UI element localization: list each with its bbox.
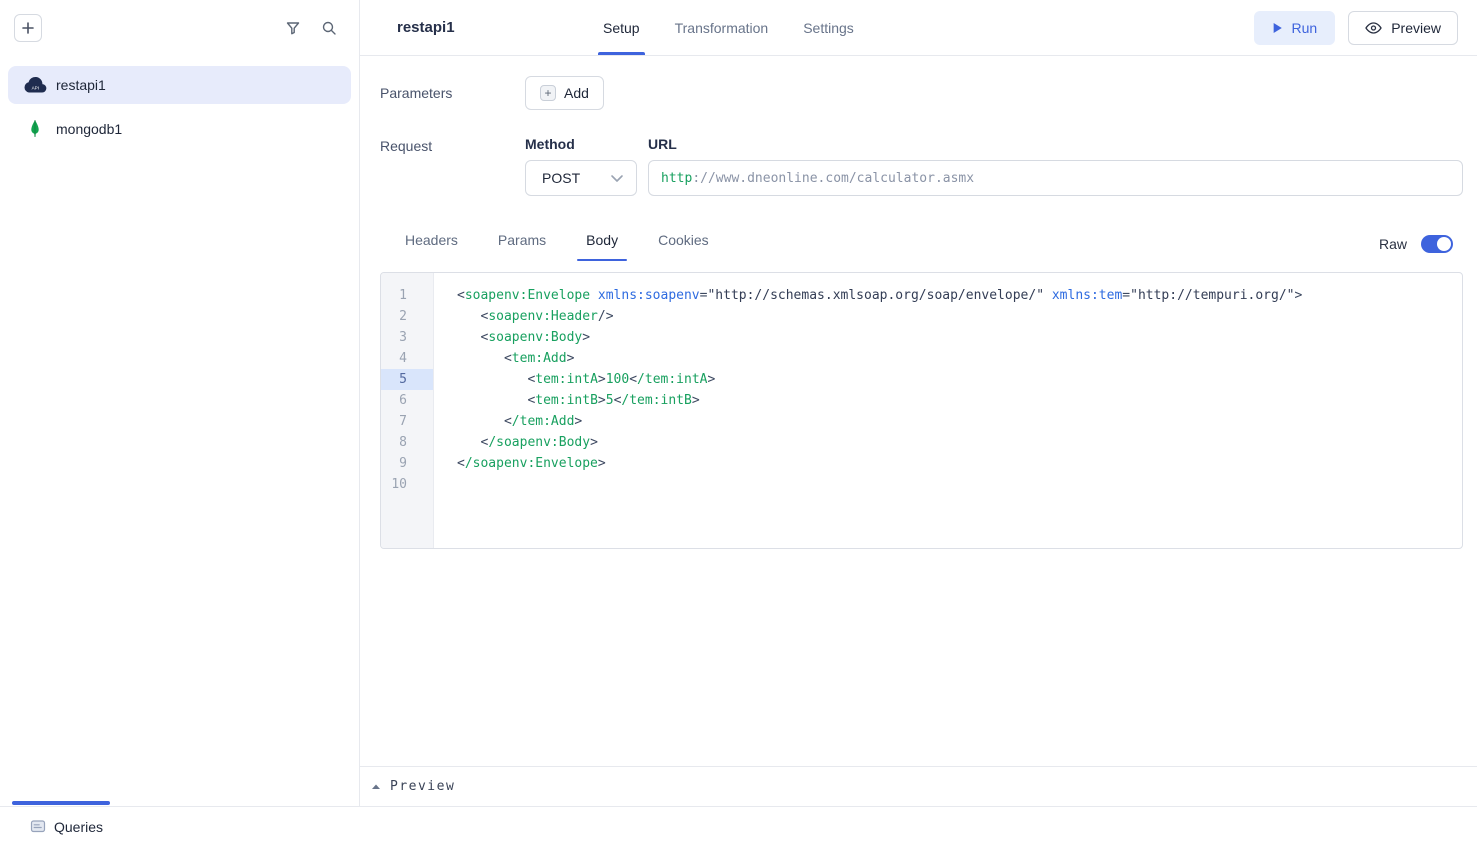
code-line[interactable]: <tem:Add> xyxy=(457,348,1454,369)
search-icon[interactable] xyxy=(321,20,337,36)
query-item-label: restapi1 xyxy=(56,77,106,93)
code-line[interactable]: <soapenv:Body> xyxy=(457,327,1454,348)
run-button-label: Run xyxy=(1292,20,1318,36)
main-panel: restapi1 Setup Transformation Settings R… xyxy=(360,0,1477,806)
tab-transformation[interactable]: Transformation xyxy=(670,0,774,55)
method-label: Method xyxy=(525,136,637,152)
body-tab-body[interactable]: Body xyxy=(577,232,627,261)
request-fields: Method POST URL http://www.dneo xyxy=(525,136,1463,196)
queries-tab-label: Queries xyxy=(54,819,103,835)
chevron-down-icon xyxy=(610,174,624,183)
url-column: URL http://www.dneonline.com/calculator.… xyxy=(648,136,1463,196)
header-actions: Run Preview xyxy=(1254,0,1458,55)
svg-text:API: API xyxy=(32,85,39,90)
editor-gutter: 12345678910 xyxy=(381,273,434,548)
line-number: 8 xyxy=(381,432,433,453)
add-parameter-button[interactable]: + Add xyxy=(525,76,604,110)
raw-toggle-knob xyxy=(1437,237,1451,251)
line-number: 9 xyxy=(381,453,433,474)
body-tabs: Headers Params Body Cookies xyxy=(380,232,718,261)
queries-tab[interactable]: Queries xyxy=(30,818,103,837)
main-tabs: Setup Transformation Settings xyxy=(598,0,859,55)
add-query-button[interactable] xyxy=(14,14,42,42)
tab-settings[interactable]: Settings xyxy=(798,0,859,55)
query-list: API restapi1 mongodb1 xyxy=(0,56,359,148)
url-rest: ://www.dneonline.com/calculator.asmx xyxy=(692,171,974,186)
request-section: Request Method POST xyxy=(380,136,1463,196)
code-line[interactable]: <soapenv:Envelope xmlns:soapenv="http://… xyxy=(457,285,1454,306)
method-select[interactable]: POST xyxy=(525,160,637,196)
url-label: URL xyxy=(648,136,1463,152)
preview-button-label: Preview xyxy=(1391,20,1441,36)
preview-panel-bar[interactable]: Preview xyxy=(360,766,1477,806)
sidebar-toolbar-icons xyxy=(285,20,337,36)
query-header: restapi1 Setup Transformation Settings R… xyxy=(360,0,1477,56)
raw-toggle-wrap: Raw xyxy=(1379,235,1453,259)
bottom-bar: Queries xyxy=(0,806,1477,847)
request-label: Request xyxy=(380,136,525,196)
code-line[interactable] xyxy=(457,474,1454,495)
line-number: 5 xyxy=(381,369,433,390)
queries-tab-indicator xyxy=(12,801,110,805)
query-sidebar: API restapi1 mongodb1 xyxy=(0,0,360,806)
editor-code[interactable]: <soapenv:Envelope xmlns:soapenv="http://… xyxy=(434,273,1462,548)
raw-toggle[interactable] xyxy=(1421,235,1453,253)
parameters-row: Parameters + Add xyxy=(380,76,1463,110)
plus-icon: + xyxy=(540,85,556,101)
tab-setup[interactable]: Setup xyxy=(598,0,645,55)
body-tab-headers[interactable]: Headers xyxy=(396,232,467,261)
body-tabs-row: Headers Params Body Cookies Raw xyxy=(380,232,1463,261)
restapi-icon: API xyxy=(22,76,48,94)
run-button[interactable]: Run xyxy=(1254,11,1336,45)
queries-icon xyxy=(30,818,46,837)
line-number: 4 xyxy=(381,348,433,369)
parameters-label: Parameters xyxy=(380,85,525,101)
app-root: API restapi1 mongodb1 restapi1 Setu xyxy=(0,0,1477,806)
eye-icon xyxy=(1365,21,1382,35)
query-item-label: mongodb1 xyxy=(56,121,122,137)
code-line[interactable]: <tem:intA>100</tem:intA> xyxy=(457,369,1454,390)
line-number: 6 xyxy=(381,390,433,411)
line-number: 2 xyxy=(381,306,433,327)
preview-button[interactable]: Preview xyxy=(1348,11,1458,45)
method-value: POST xyxy=(542,170,580,186)
sidebar-toolbar xyxy=(0,0,359,56)
query-item-mongodb1[interactable]: mongodb1 xyxy=(8,110,351,148)
preview-panel-label: Preview xyxy=(390,779,455,794)
query-title: restapi1 xyxy=(397,0,598,55)
line-number: 7 xyxy=(381,411,433,432)
url-input[interactable]: http://www.dneonline.com/calculator.asmx xyxy=(648,160,1463,196)
body-tab-params[interactable]: Params xyxy=(489,232,555,261)
play-icon xyxy=(1272,22,1283,34)
line-number: 10 xyxy=(381,474,433,495)
code-line[interactable]: </soapenv:Envelope> xyxy=(457,453,1454,474)
add-parameter-label: Add xyxy=(564,85,589,101)
line-number: 1 xyxy=(381,285,433,306)
url-scheme: http xyxy=(661,171,692,186)
code-line[interactable]: <soapenv:Header/> xyxy=(457,306,1454,327)
query-item-restapi1[interactable]: API restapi1 xyxy=(8,66,351,104)
line-number: 3 xyxy=(381,327,433,348)
method-column: Method POST xyxy=(525,136,637,196)
mongodb-icon xyxy=(22,119,48,139)
plus-icon xyxy=(21,21,35,35)
setup-content: Parameters + Add Request Method POST xyxy=(360,56,1477,766)
code-line[interactable]: <tem:intB>5</tem:intB> xyxy=(457,390,1454,411)
body-tab-cookies[interactable]: Cookies xyxy=(649,232,718,261)
filter-icon[interactable] xyxy=(285,20,301,36)
raw-label: Raw xyxy=(1379,236,1407,252)
code-line[interactable]: </soapenv:Body> xyxy=(457,432,1454,453)
caret-up-icon[interactable] xyxy=(371,783,381,790)
code-editor: 12345678910 <soapenv:Envelope xmlns:soap… xyxy=(380,272,1463,549)
code-line[interactable]: </tem:Add> xyxy=(457,411,1454,432)
